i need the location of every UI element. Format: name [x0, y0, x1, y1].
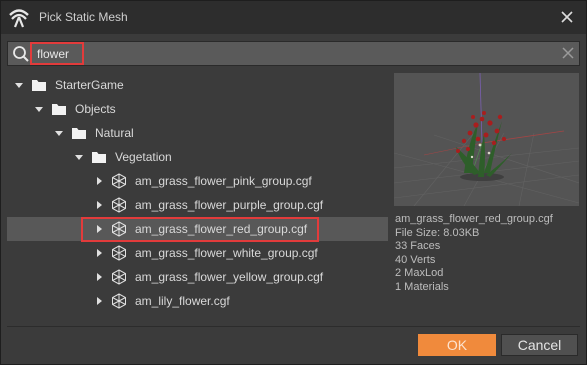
- close-icon[interactable]: [557, 7, 577, 27]
- title-bar: Pick Static Mesh: [1, 1, 586, 34]
- tree-folder-natural[interactable]: Natural: [7, 121, 388, 145]
- tree-file-item[interactable]: am_grass_flower_purple_group.cgf: [7, 193, 388, 217]
- chevron-down-icon[interactable]: [13, 79, 25, 91]
- chevron-right-icon[interactable]: [93, 295, 105, 307]
- tree-folder-label: StarterGame: [55, 78, 124, 92]
- tree-file-item[interactable]: am_grass_flower_white_group.cgf: [7, 241, 388, 265]
- chevron-right-icon[interactable]: [93, 223, 105, 235]
- tree-folder-vegetation[interactable]: Vegetation: [7, 145, 388, 169]
- tree-file-item[interactable]: am_grass_flower_pink_group.cgf: [7, 169, 388, 193]
- mesh-materials: 1 Materials: [395, 280, 449, 293]
- tree-folder-label: Objects: [75, 102, 116, 116]
- chevron-down-icon[interactable]: [53, 127, 65, 139]
- mesh-icon: [112, 269, 126, 285]
- ok-button[interactable]: OK: [418, 334, 496, 356]
- mesh-icon: [112, 245, 126, 261]
- window-title: Pick Static Mesh: [39, 10, 128, 24]
- tree-folder-label: Natural: [95, 126, 134, 140]
- pick-static-mesh-dialog: Pick Static Mesh StarterGame Objects: [0, 0, 587, 365]
- clear-search-icon[interactable]: [559, 44, 577, 62]
- mesh-icon: [112, 197, 126, 213]
- mesh-preview[interactable]: [394, 73, 579, 206]
- chevron-right-icon[interactable]: [93, 271, 105, 283]
- mesh-icon: [112, 221, 126, 237]
- mesh-verts: 40 Verts: [395, 253, 436, 266]
- chevron-right-icon[interactable]: [93, 247, 105, 259]
- mesh-file-size: File Size: 8.03KB: [395, 226, 480, 239]
- mesh-maxlod: 2 MaxLod: [395, 267, 444, 279]
- cancel-button[interactable]: Cancel: [501, 334, 578, 356]
- mesh-icon: [112, 293, 126, 309]
- tree-file-item-selected[interactable]: am_grass_flower_red_group.cgf: [7, 217, 388, 241]
- app-logo-icon: [9, 9, 29, 28]
- tree-file-label: am_grass_flower_yellow_group.cgf: [135, 270, 324, 284]
- tree-folder-label: Vegetation: [115, 150, 172, 164]
- chevron-down-icon[interactable]: [33, 103, 45, 115]
- folder-icon: [72, 128, 86, 139]
- folder-icon: [32, 80, 46, 91]
- tree-file-label: am_grass_flower_pink_group.cgf: [135, 174, 312, 188]
- footer-divider: [7, 326, 580, 327]
- mesh-info-panel: am_grass_flower_red_group.cgf File Size:…: [395, 213, 553, 294]
- search-bar: [7, 41, 580, 66]
- tree-folder-startergame[interactable]: StarterGame: [7, 73, 388, 97]
- tree-file-label: am_grass_flower_white_group.cgf: [135, 246, 318, 260]
- mesh-file-name: am_grass_flower_red_group.cgf: [395, 213, 553, 225]
- folder-icon: [92, 152, 106, 163]
- tree-file-item[interactable]: am_grass_flower_yellow_group.cgf: [7, 265, 388, 289]
- tree-file-label: am_lily_flower.cgf: [135, 294, 230, 308]
- mesh-faces: 33 Faces: [395, 240, 441, 252]
- mesh-icon: [112, 173, 126, 189]
- chevron-right-icon[interactable]: [93, 175, 105, 187]
- tree-file-label: am_grass_flower_red_group.cgf: [135, 222, 308, 236]
- chevron-down-icon[interactable]: [73, 151, 85, 163]
- asset-tree: StarterGame Objects Natural Vegetation a…: [7, 71, 388, 325]
- folder-icon: [52, 104, 66, 115]
- tree-folder-objects[interactable]: Objects: [7, 97, 388, 121]
- search-icon: [13, 46, 29, 62]
- tree-file-label: am_grass_flower_purple_group.cgf: [135, 198, 324, 212]
- search-input[interactable]: [30, 42, 84, 65]
- tree-file-item[interactable]: am_lily_flower.cgf: [7, 289, 388, 313]
- chevron-right-icon[interactable]: [93, 199, 105, 211]
